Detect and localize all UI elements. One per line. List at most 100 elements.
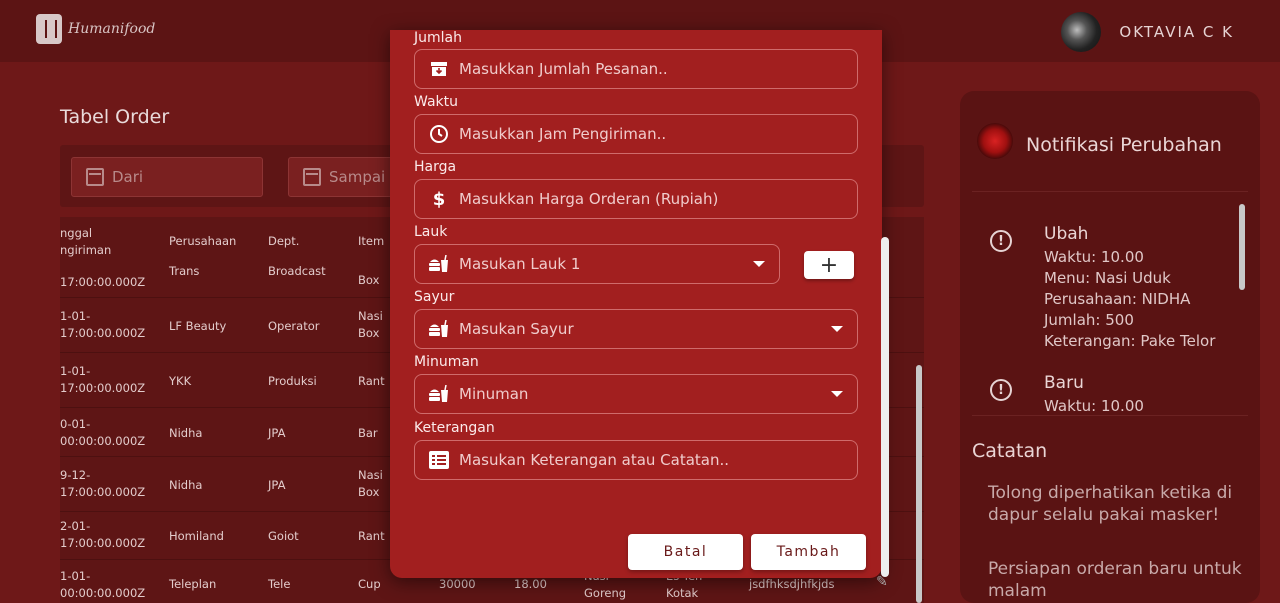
- app-logo[interactable]: Humanifood: [36, 14, 155, 44]
- lauk-select[interactable]: Masukan Lauk 1: [414, 244, 780, 284]
- food-icon: [429, 384, 449, 404]
- cancel-button[interactable]: Batal: [628, 534, 743, 570]
- cell-tanggal: 1-01- 00:00:00.000Z: [60, 569, 146, 600]
- cell-dept: Broadcast: [268, 264, 326, 278]
- date-from-placeholder: Dari: [112, 168, 144, 186]
- keterangan-placeholder: Masukan Keterangan atau Catatan..: [459, 451, 730, 469]
- date-from-input[interactable]: Dari: [71, 157, 263, 197]
- notification-list[interactable]: ! Ubah Waktu: 10.00 Menu: Nasi Uduk Peru…: [972, 191, 1248, 416]
- cell-perusahaan: YKK: [169, 374, 192, 388]
- minuman-select[interactable]: Minuman: [414, 374, 858, 414]
- list-icon: [429, 450, 449, 470]
- user-menu[interactable]: OKTAVIA C K: [1061, 12, 1234, 52]
- cell-perusahaan: Trans: [169, 264, 200, 278]
- harga-input[interactable]: $ Masukkan Harga Orderan (Rupiah): [414, 179, 858, 219]
- logo-icon: [36, 14, 62, 44]
- notification-scrollbar[interactable]: [1239, 204, 1245, 290]
- waktu-placeholder: Masukkan Jam Pengiriman..: [459, 125, 667, 143]
- notification-indicator-icon: [977, 123, 1013, 159]
- minuman-placeholder: Minuman: [459, 385, 529, 403]
- user-name: OKTAVIA C K: [1119, 23, 1234, 41]
- modal-scrollbar[interactable]: [881, 237, 889, 577]
- food-icon: [429, 254, 449, 274]
- cell-tanggal: 9-12- 17:00:00.000Z: [60, 468, 146, 499]
- calendar-icon: [303, 168, 321, 186]
- right-panel: Notifikasi Perubahan ! Ubah Waktu: 10.00…: [960, 91, 1260, 603]
- waktu-input[interactable]: Masukkan Jam Pengiriman..: [414, 114, 858, 154]
- cell-dept: JPA: [268, 426, 286, 440]
- notification-line: Menu: Nasi Uduk: [1044, 269, 1171, 287]
- cell-item: Rant: [358, 529, 385, 543]
- add-button[interactable]: Tambah: [751, 534, 866, 570]
- notifications-title: Notifikasi Perubahan: [1026, 134, 1222, 156]
- alert-icon: !: [990, 379, 1012, 401]
- app-name: Humanifood: [68, 21, 156, 37]
- cell-dept: Operator: [268, 319, 320, 333]
- header-item[interactable]: Item: [358, 234, 384, 248]
- notification-line: Perusahaan: NIDHA: [1044, 290, 1191, 308]
- cell-tanggal: 2-01- 17:00:00.000Z: [60, 519, 146, 550]
- sayur-select[interactable]: Masukan Sayur: [414, 309, 858, 349]
- sayur-placeholder: Masukan Sayur: [459, 320, 574, 338]
- cell-keterangan: jsdfhksdjhfkjds: [749, 577, 835, 591]
- cell-dept: JPA: [268, 478, 286, 492]
- harga-placeholder: Masukkan Harga Orderan (Rupiah): [459, 190, 719, 208]
- notification-line: Waktu: 10.00: [1044, 397, 1144, 415]
- notification-line: Keterangan: Pake Telor: [1044, 332, 1216, 350]
- cell-tanggal: 1-01- 17:00:00.000Z: [60, 364, 146, 395]
- page-title: Tabel Order: [60, 106, 170, 128]
- cell-jumlah: 30000: [439, 577, 476, 591]
- cell-item: Box: [358, 273, 380, 287]
- chevron-down-icon: [831, 326, 843, 332]
- cell-dept: Produksi: [268, 374, 317, 388]
- cell-perusahaan: Nidha: [169, 426, 203, 440]
- add-lauk-button[interactable]: +: [804, 251, 854, 279]
- clock-icon: [429, 124, 449, 144]
- cell-tanggal: 1-01- 17:00:00.000Z: [60, 309, 146, 340]
- cell-perusahaan: Homiland: [169, 529, 224, 543]
- jumlah-input[interactable]: Masukkan Jumlah Pesanan..: [414, 49, 858, 89]
- chevron-down-icon: [753, 261, 765, 267]
- label-waktu: Waktu: [414, 94, 458, 110]
- header-perusahaan[interactable]: Perusahaan: [169, 234, 236, 248]
- notification-type: Baru: [1044, 373, 1084, 393]
- cell-perusahaan: Teleplan: [169, 577, 217, 591]
- catatan-title: Catatan: [972, 440, 1048, 462]
- cell-item: Bar: [358, 426, 378, 440]
- cell-dept: Goiot: [268, 529, 299, 543]
- table-scrollbar[interactable]: [916, 365, 922, 603]
- label-sayur: Sayur: [414, 289, 455, 305]
- note-item: Persiapan orderan baru untuk malam: [988, 559, 1242, 601]
- label-jumlah: Jumlah: [414, 30, 462, 46]
- cell-item: Nasi Box: [358, 468, 383, 499]
- avatar[interactable]: [1061, 12, 1102, 52]
- cell-item: Cup: [358, 577, 381, 591]
- notification-line: Waktu: 10.00: [1044, 248, 1144, 266]
- header-tanggal[interactable]: nggal ngiriman: [60, 225, 111, 259]
- add-order-modal: Jumlah Masukkan Jumlah Pesanan.. Waktu M…: [390, 30, 882, 578]
- jumlah-placeholder: Masukkan Jumlah Pesanan..: [459, 60, 668, 78]
- cell-tanggal: 17:00:00.000Z: [60, 275, 146, 289]
- cell-item: Nasi Box: [358, 309, 383, 340]
- food-icon: [429, 319, 449, 339]
- label-minuman: Minuman: [414, 354, 479, 370]
- date-to-placeholder: Sampai: [329, 168, 386, 186]
- note-item: Tolong diperhatikan ketika di dapur sela…: [988, 483, 1233, 525]
- cell-waktu: 18.00: [514, 577, 547, 591]
- chevron-down-icon: [831, 391, 843, 397]
- cell-perusahaan: Nidha: [169, 478, 203, 492]
- lauk-placeholder: Masukan Lauk 1: [459, 255, 581, 273]
- dollar-icon: $: [432, 188, 446, 210]
- keterangan-input[interactable]: Masukan Keterangan atau Catatan..: [414, 440, 858, 480]
- cell-dept: Tele: [268, 577, 291, 591]
- archive-icon: [429, 59, 449, 79]
- label-keterangan: Keterangan: [414, 420, 495, 436]
- notification-type: Ubah: [1044, 224, 1089, 244]
- cell-perusahaan: LF Beauty: [169, 319, 227, 333]
- notification-line: Jumlah: 500: [1044, 311, 1134, 329]
- label-lauk: Lauk: [414, 224, 448, 240]
- label-harga: Harga: [414, 159, 457, 175]
- cell-item: Rant: [358, 374, 385, 388]
- calendar-icon: [86, 168, 104, 186]
- header-dept[interactable]: Dept.: [268, 234, 299, 248]
